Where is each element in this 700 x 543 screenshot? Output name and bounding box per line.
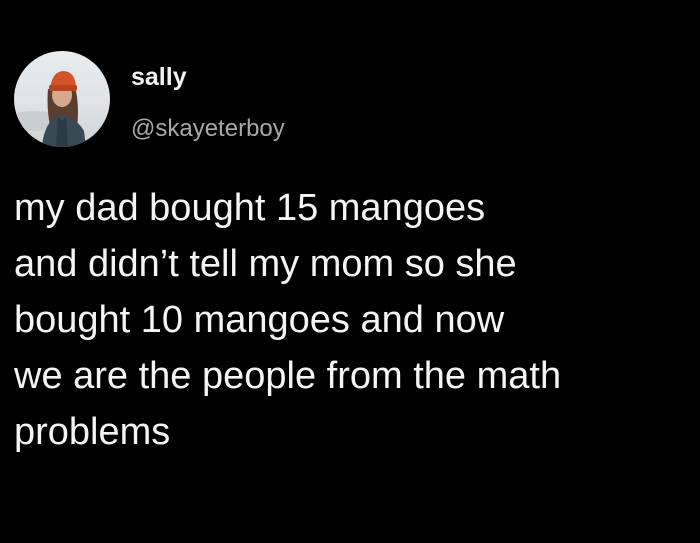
tweet-text-line: my dad bought 15 mangoes	[14, 187, 486, 229]
avatar[interactable]	[14, 51, 110, 147]
user-handle[interactable]: @skayeterboy	[131, 115, 285, 143]
tweet-text-line: problems	[14, 411, 171, 453]
tweet-text-line: and didn’t tell my mom so she	[14, 243, 517, 285]
tweet-text: my dad bought 15 mangoes and didn’t tell…	[14, 180, 694, 460]
display-name[interactable]: sally	[131, 63, 187, 91]
tweet-text-line: we are the people from the math	[14, 355, 562, 397]
tweet-text-line: bought 10 mangoes and now	[14, 299, 505, 341]
user-photo-avatar-icon	[14, 51, 110, 147]
tweet-card: sally @skayeterboy my dad bought 15 mang…	[0, 0, 700, 543]
